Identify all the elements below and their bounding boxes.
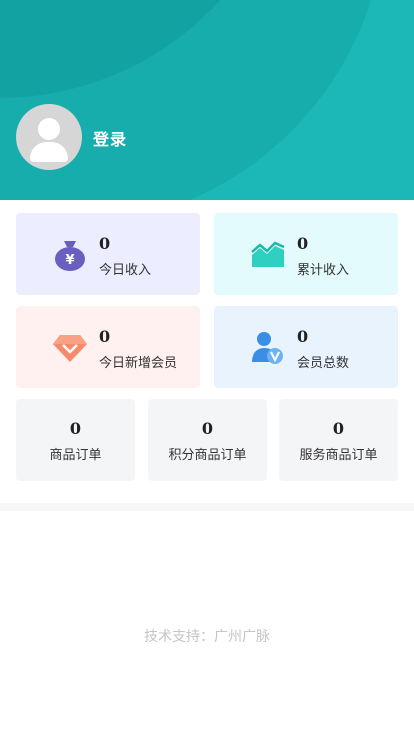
stat-label: 今日收入 (99, 263, 152, 278)
stat-card-today-income[interactable]: ¥ 0 今日收入 (16, 213, 200, 295)
trend-chart-icon (251, 241, 285, 267)
order-value: 0 (332, 419, 345, 438)
avatar-head (38, 118, 60, 140)
stat-card-total-income[interactable]: 0 累计收入 (214, 213, 398, 295)
order-value: 0 (201, 419, 214, 438)
stat-value: 0 (297, 327, 309, 346)
diamond-icon (53, 335, 87, 362)
svg-text:¥: ¥ (65, 253, 74, 268)
order-card-goods[interactable]: 0 商品订单 (16, 399, 135, 481)
stat-card-total-members[interactable]: 0 会员总数 (214, 306, 398, 388)
order-card-points-goods[interactable]: 0 积分商品订单 (148, 399, 267, 481)
stat-label: 会员总数 (297, 356, 350, 371)
stat-label: 累计收入 (297, 263, 350, 278)
avatar[interactable] (16, 104, 82, 170)
order-label: 积分商品订单 (168, 448, 247, 463)
order-card-service-goods[interactable]: 0 服务商品订单 (279, 399, 398, 481)
tech-support-footer: 技术支持：广州广脉 (144, 629, 270, 645)
section-divider (0, 503, 414, 511)
order-label: 服务商品订单 (299, 448, 378, 463)
stat-card-today-new-members[interactable]: 0 今日新增会员 (16, 306, 200, 388)
stat-value: 0 (99, 234, 111, 253)
stat-label: 今日新增会员 (99, 356, 178, 371)
order-label: 商品订单 (49, 448, 102, 463)
vip-member-icon (252, 332, 283, 364)
avatar-body (30, 142, 68, 162)
stat-value: 0 (297, 234, 309, 253)
login-link[interactable]: 登录 (93, 126, 127, 150)
order-value: 0 (69, 419, 82, 438)
money-bag-icon: ¥ (55, 241, 85, 271)
stat-value: 0 (99, 327, 111, 346)
header-banner: 登录 (0, 0, 414, 200)
